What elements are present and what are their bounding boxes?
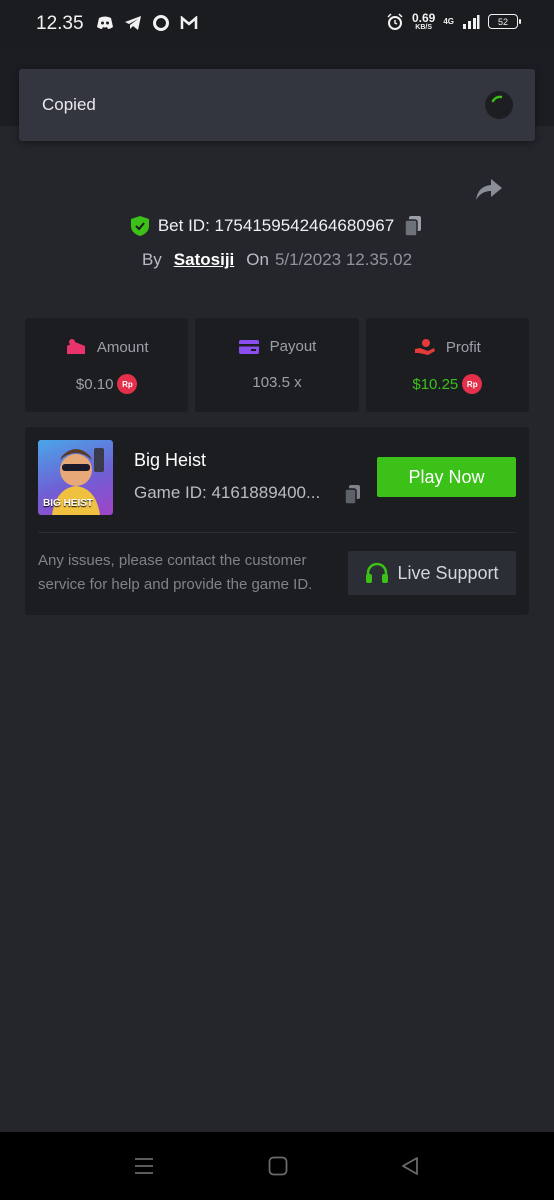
verified-shield-icon — [130, 216, 149, 236]
user-link[interactable]: Satosiji — [174, 250, 234, 269]
recent-apps-icon[interactable] — [134, 1156, 154, 1176]
game-name: Big Heist — [134, 450, 207, 470]
signal-icon — [463, 14, 480, 29]
net-speed: 0.69 KB/S — [411, 11, 436, 31]
stat-payout: Payout 103.5 x — [195, 318, 359, 412]
bet-id: Bet ID: 1754159542464680967 — [157, 216, 395, 235]
alarm-icon — [387, 12, 403, 30]
status-bar: 12.35 0.69 KB/S 4G 52 — [0, 0, 554, 48]
payout-value: 103.5 x — [252, 374, 302, 391]
copy-icon[interactable] — [402, 214, 424, 238]
system-nav-bar — [0, 1132, 554, 1200]
game-thumbnail[interactable]: BIG HEIST — [38, 440, 113, 515]
telegram-icon — [125, 16, 141, 30]
headset-icon — [366, 562, 389, 583]
amount-icon — [66, 339, 85, 354]
home-icon[interactable] — [268, 1156, 288, 1176]
bet-date: 5/1/2023 12.35.02 — [274, 250, 413, 269]
live-support-button[interactable]: Live Support — [348, 551, 516, 595]
back-icon[interactable] — [400, 1156, 420, 1176]
share-icon[interactable] — [474, 176, 504, 204]
amount-label: Amount — [96, 338, 149, 356]
profit-label: Profit — [445, 338, 481, 356]
divider — [38, 532, 516, 533]
game-id: Game ID: 4161889400... — [134, 483, 321, 502]
toast-text: Copied — [42, 95, 96, 114]
on-label: On — [246, 250, 269, 269]
bet-byline: By Satosiji On 5/1/2023 12.35.02 — [0, 250, 554, 270]
play-now-button[interactable]: Play Now — [377, 457, 516, 497]
network-type: 4G — [443, 17, 454, 26]
discord-icon — [97, 16, 113, 29]
thumbnail-title: BIG HEIST — [43, 498, 94, 509]
payout-card-icon — [238, 339, 259, 354]
by-label: By — [141, 250, 162, 269]
stat-amount: Amount $0.10 Rp — [25, 318, 189, 412]
copy-game-id-icon[interactable] — [343, 483, 363, 507]
profit-value: $10.25 — [412, 375, 459, 393]
gmail-icon — [180, 16, 198, 29]
payout-label: Payout — [269, 338, 317, 355]
loading-spinner-icon — [485, 91, 513, 119]
rp-currency-icon: Rp — [462, 374, 483, 394]
circle-app-icon — [153, 15, 169, 31]
stat-profit: Profit $10.25 Rp — [365, 318, 529, 412]
live-support-label: Live Support — [397, 562, 499, 583]
notification-icons — [96, 14, 198, 32]
battery-icon: 52 — [488, 14, 521, 29]
profit-hand-icon — [414, 339, 435, 355]
amount-value: $0.10 — [75, 375, 114, 393]
bet-stats: Amount $0.10 Rp Payout 103.5 x Profit $1… — [25, 318, 529, 412]
system-icons: 0.69 KB/S 4G 52 — [386, 11, 521, 31]
game-card: BIG HEIST Big Heist Game ID: 4161889400.… — [25, 427, 529, 615]
status-time: 12.35 — [36, 13, 84, 34]
support-notice: Any issues, please contact the customer … — [38, 552, 313, 593]
copied-toast: Copied — [19, 69, 535, 141]
rp-currency-icon: Rp — [117, 374, 138, 394]
bet-id-row: Bet ID: 1754159542464680967 — [0, 214, 554, 238]
